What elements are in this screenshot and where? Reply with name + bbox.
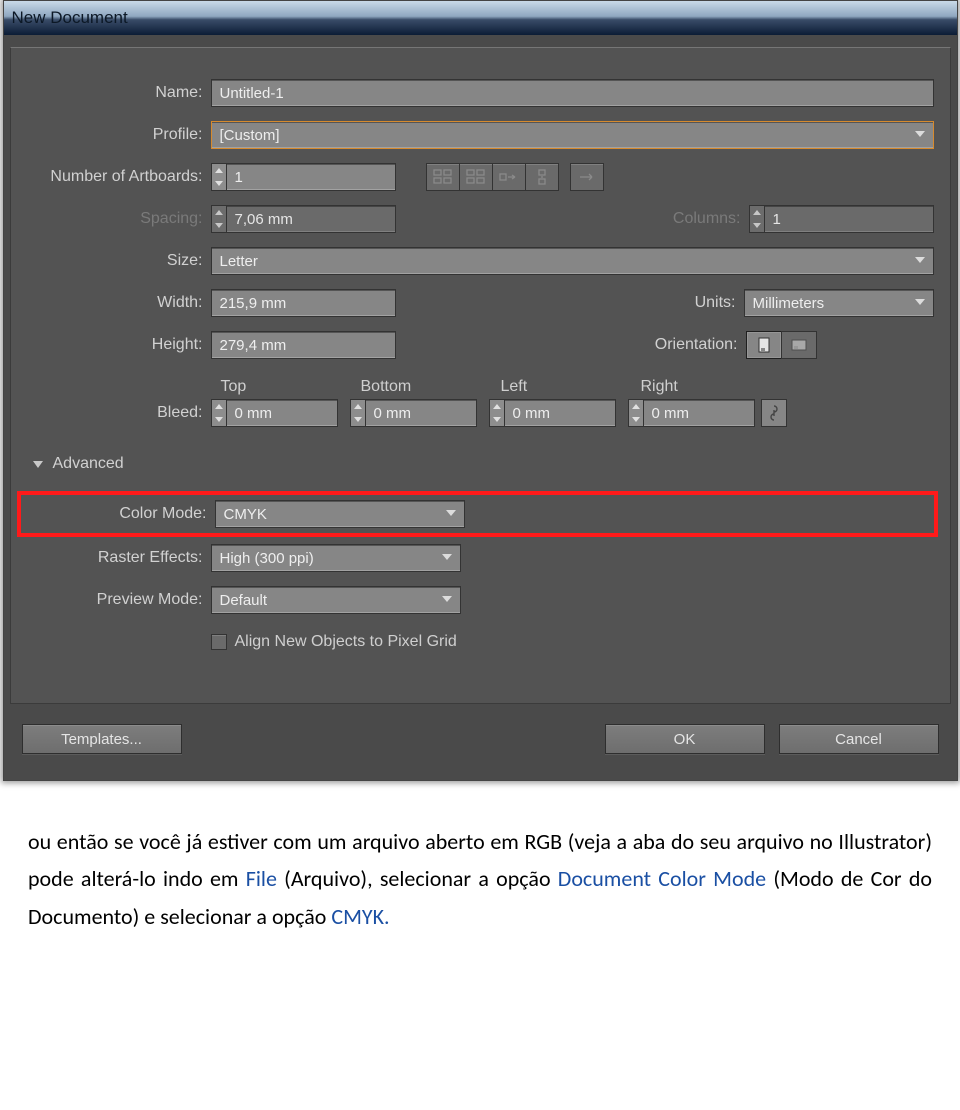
templates-button[interactable]: Templates... xyxy=(22,724,182,754)
bleed-top-stepper[interactable] xyxy=(211,399,227,427)
chevron-down-icon xyxy=(33,461,43,468)
size-select[interactable]: Letter xyxy=(211,247,934,275)
bleed-right-input[interactable]: 0 mm xyxy=(643,399,755,427)
document-paragraph: ou então se você já estiver com um arqui… xyxy=(0,811,960,975)
artboards-stepper[interactable] xyxy=(211,163,227,191)
name-label: Name: xyxy=(21,84,211,102)
raster-effects-label: Raster Effects: xyxy=(21,549,211,567)
advanced-toggle[interactable]: Advanced xyxy=(33,455,934,473)
units-select[interactable]: Millimeters xyxy=(744,289,934,317)
arrange-row-rtl-icon[interactable] xyxy=(492,163,526,191)
arrange-grid-row-icon[interactable] xyxy=(426,163,460,191)
bleed-link-toggle[interactable] xyxy=(761,399,787,427)
align-pixel-grid-label: Align New Objects to Pixel Grid xyxy=(235,633,457,651)
orientation-landscape-button[interactable] xyxy=(781,331,817,359)
height-label: Height: xyxy=(21,336,211,354)
bleed-left-input[interactable]: 0 mm xyxy=(504,399,616,427)
preview-mode-label: Preview Mode: xyxy=(21,591,211,609)
color-mode-label: Color Mode: xyxy=(25,505,215,523)
arrange-row-ltr-icon[interactable] xyxy=(570,163,604,191)
name-input[interactable]: Untitled-1 xyxy=(211,79,934,107)
color-mode-select[interactable]: CMYK xyxy=(215,500,465,528)
align-pixel-grid-checkbox[interactable] xyxy=(211,634,227,650)
raster-effects-select[interactable]: High (300 ppi) xyxy=(211,544,461,572)
bleed-top-label: Top xyxy=(221,378,361,396)
profile-select[interactable]: [Custom] xyxy=(211,121,934,149)
orientation-label: Orientation: xyxy=(626,336,746,354)
bleed-bottom-input[interactable]: 0 mm xyxy=(365,399,477,427)
spacing-stepper[interactable] xyxy=(211,205,227,233)
dialog-button-bar: Templates... OK Cancel xyxy=(10,704,951,770)
bleed-left-label: Left xyxy=(501,378,641,396)
bleed-left-stepper[interactable] xyxy=(489,399,505,427)
bleed-headers: Top Bottom Left Right xyxy=(221,366,934,396)
bleed-bottom-stepper[interactable] xyxy=(350,399,366,427)
file-menu-ref: File xyxy=(246,865,277,892)
titlebar-title: New Document xyxy=(12,8,128,28)
cmyk-ref: CMYK. xyxy=(331,903,389,930)
width-label: Width: xyxy=(21,294,211,312)
bleed-right-label: Right xyxy=(641,378,781,396)
orientation-portrait-button[interactable] xyxy=(746,331,782,359)
size-label: Size: xyxy=(21,252,211,270)
arrange-col-icon[interactable] xyxy=(525,163,559,191)
bleed-top-input[interactable]: 0 mm xyxy=(226,399,338,427)
columns-input[interactable]: 1 xyxy=(764,205,934,233)
new-doc-fieldset: Name: Untitled-1 Profile: [Custom] Numbe… xyxy=(10,47,951,704)
cancel-button[interactable]: Cancel xyxy=(779,724,939,754)
spacing-label: Spacing: xyxy=(21,210,211,228)
width-input[interactable]: 215,9 mm xyxy=(211,289,396,317)
profile-label: Profile: xyxy=(21,126,211,144)
new-document-dialog: New Document Name: Untitled-1 Profile: [… xyxy=(3,0,958,781)
bleed-right-stepper[interactable] xyxy=(628,399,644,427)
doc-color-mode-ref: Document Color Mode xyxy=(558,865,766,892)
columns-label: Columns: xyxy=(639,210,749,228)
units-label: Units: xyxy=(624,294,744,312)
bleed-bottom-label: Bottom xyxy=(361,378,501,396)
arrange-grid-col-icon[interactable] xyxy=(459,163,493,191)
bleed-label: Bleed: xyxy=(21,404,211,422)
artboards-input[interactable]: 1 xyxy=(226,163,396,191)
columns-stepper[interactable] xyxy=(749,205,765,233)
spacing-input[interactable]: 7,06 mm xyxy=(226,205,396,233)
titlebar[interactable]: New Document xyxy=(4,1,957,35)
preview-mode-select[interactable]: Default xyxy=(211,586,461,614)
color-mode-highlight: Color Mode: CMYK xyxy=(17,491,938,537)
ok-button[interactable]: OK xyxy=(605,724,765,754)
dialog-body: Name: Untitled-1 Profile: [Custom] Numbe… xyxy=(4,35,957,780)
artboards-label: Number of Artboards: xyxy=(21,168,211,186)
height-input[interactable]: 279,4 mm xyxy=(211,331,396,359)
